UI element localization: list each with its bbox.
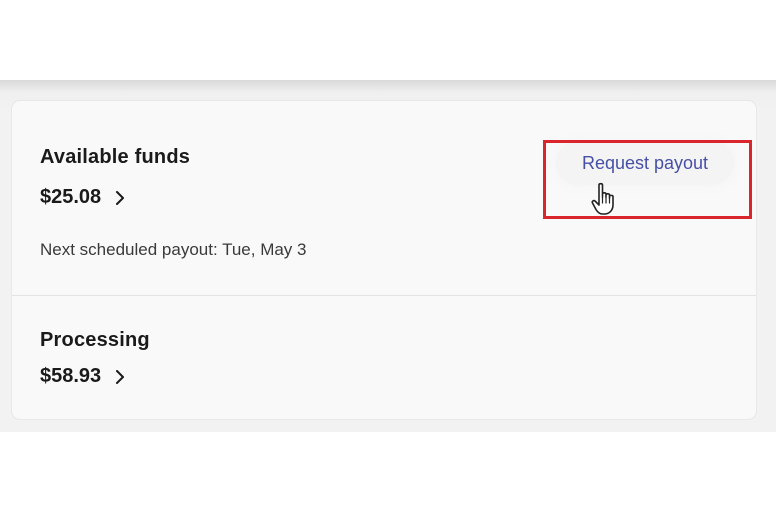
next-scheduled-payout-text: Next scheduled payout: Tue, May 3	[40, 240, 307, 259]
available-funds-label: Available funds	[40, 146, 191, 168]
processing-label: Processing	[40, 329, 150, 351]
processing-amount: $58.93	[40, 365, 102, 387]
chevron-right-icon	[116, 369, 125, 384]
available-funds-amount-link[interactable]: $25.08	[40, 186, 125, 209]
highlight-annotation-box	[543, 140, 752, 219]
processing-amount-link[interactable]: $58.93	[40, 365, 125, 388]
hand-pointer-cursor-icon	[591, 182, 614, 215]
section-divider	[12, 295, 756, 296]
chevron-right-icon	[116, 190, 125, 205]
available-funds-amount: $25.08	[40, 186, 102, 208]
